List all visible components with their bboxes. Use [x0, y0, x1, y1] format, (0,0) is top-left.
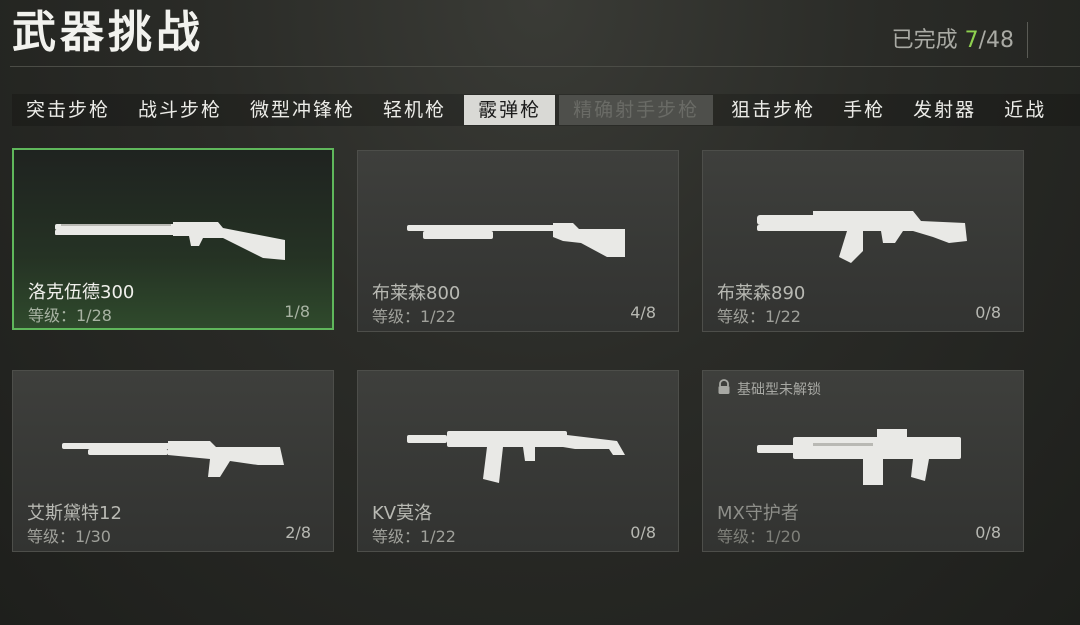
progress-done-count: 7: [964, 28, 979, 53]
weapon-level: 等级：1/28: [28, 306, 112, 325]
tactical-pump-shotgun-icon: [703, 191, 1023, 291]
header: 武器挑战 已完成 7/48: [0, 0, 1080, 66]
weapon-card-lockwood300[interactable]: 洛克伍德300 等级：1/28 1/8: [12, 148, 334, 330]
weapon-category-tabs: 突击步枪 战斗步枪 微型冲锋枪 轻机枪 霰弹枪 精确射手步枪 狙击步枪 手枪 发…: [12, 94, 1080, 126]
weapon-name: MX守护者: [717, 503, 799, 524]
lock-icon: [717, 379, 731, 399]
tab-shotgun[interactable]: 霰弹枪: [464, 95, 556, 125]
tab-melee[interactable]: 近战: [990, 95, 1060, 125]
tab-sniper-rifle[interactable]: 狙击步枪: [717, 95, 829, 125]
weapon-level: 等级：1/22: [372, 307, 456, 326]
tab-smg[interactable]: 微型冲锋枪: [236, 95, 369, 125]
weapon-level: 等级：1/22: [372, 527, 456, 546]
weapon-name: 艾斯黛特12: [27, 503, 122, 524]
tab-lmg[interactable]: 轻机枪: [369, 95, 460, 125]
weapon-name: KV莫洛: [372, 503, 433, 524]
tab-assault-rifle[interactable]: 突击步枪: [12, 95, 124, 125]
weapon-card-kv-broadside[interactable]: KV莫洛 等级：1/22 0/8: [357, 370, 679, 552]
magazine-shotgun-icon: [358, 411, 678, 511]
tab-pistol[interactable]: 手枪: [829, 95, 899, 125]
header-divider: [1027, 22, 1028, 58]
completion-progress: 已完成 7/48: [892, 26, 1014, 56]
tab-launcher[interactable]: 发射器: [899, 95, 990, 125]
pump-shotgun-icon: [358, 191, 678, 291]
weapon-level: 等级：1/30: [27, 527, 111, 546]
bullpup-shotgun-icon: [703, 411, 1023, 511]
page-title: 武器挑战: [12, 7, 204, 58]
header-rule: [10, 66, 1080, 67]
tab-battle-rifle[interactable]: 战斗步枪: [124, 95, 236, 125]
weapon-level: 等级：1/20: [717, 527, 801, 546]
weapon-card-bryson800[interactable]: 布莱森800 等级：1/22 4/8: [357, 150, 679, 332]
lock-note-text: 基础型未解锁: [737, 382, 821, 398]
weapon-challenge-progress: 1/8: [284, 302, 310, 321]
weapon-challenge-progress: 0/8: [975, 303, 1001, 322]
double-barrel-shotgun-icon: [14, 190, 332, 290]
weapon-challenge-progress: 2/8: [285, 523, 311, 542]
weapon-card-bryson890[interactable]: 布莱森890 等级：1/22 0/8: [702, 150, 1024, 332]
progress-total-count: /48: [978, 28, 1014, 53]
weapon-name: 布莱森890: [717, 283, 806, 304]
weapon-name: 布莱森800: [372, 283, 461, 304]
weapon-card-mx-guardian[interactable]: 基础型未解锁 MX守护者 等级：1/20 0/8: [702, 370, 1024, 552]
weapon-challenge-progress: 4/8: [630, 303, 656, 322]
weapon-level: 等级：1/22: [717, 307, 801, 326]
weapon-challenge-progress: 0/8: [630, 523, 656, 542]
tab-marksman-rifle[interactable]: 精确射手步枪: [559, 95, 714, 125]
weapon-card-expedite12[interactable]: 艾斯黛特12 等级：1/30 2/8: [12, 370, 334, 552]
progress-label: 已完成: [891, 28, 958, 53]
base-locked-note: 基础型未解锁: [717, 379, 821, 399]
semi-auto-shotgun-icon: [13, 411, 333, 511]
weapon-name: 洛克伍德300: [28, 282, 135, 303]
weapon-challenge-progress: 0/8: [975, 523, 1001, 542]
